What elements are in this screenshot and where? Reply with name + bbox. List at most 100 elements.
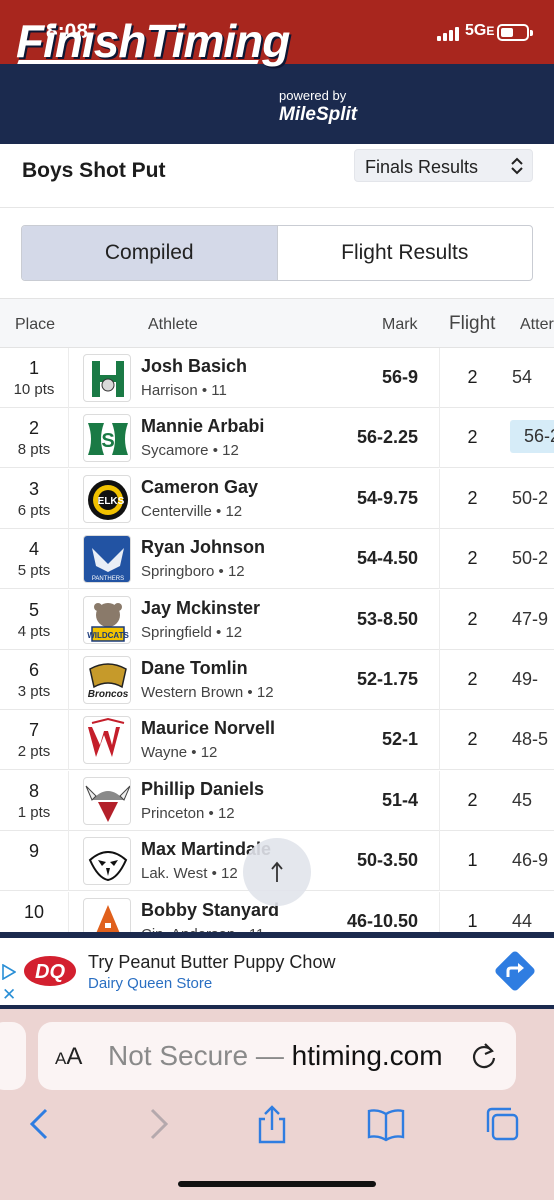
mark-value: 50-3.50 — [356, 850, 418, 871]
school-logo: ELKS — [83, 474, 131, 523]
mark-value: 46-10.50 — [346, 910, 418, 931]
mark-value: 56-2.25 — [356, 427, 418, 448]
flight-number: 2 — [467, 789, 478, 810]
place-number: 4 — [28, 539, 39, 560]
school-grade: Wayne • 12 — [141, 744, 218, 762]
place-number: 8 — [28, 780, 39, 801]
athlete-name[interactable]: Maurice Norvell — [141, 718, 275, 739]
centerville-elks-logo: ELKS — [88, 479, 128, 520]
mark-value: 54-4.50 — [356, 548, 418, 569]
athlete-name[interactable]: Ryan Johnson — [141, 537, 265, 558]
table-row[interactable]: 6 3 pts Broncos Dane Tomlin Western Brown • … — [0, 650, 554, 710]
athlete-name[interactable]: Jay Mckinster — [141, 598, 260, 619]
school-grade: Western Brown • 12 — [141, 684, 274, 701]
back-icon[interactable] — [20, 1104, 60, 1144]
lakota-west-logo — [88, 851, 128, 882]
forward-icon[interactable] — [138, 1104, 178, 1144]
network-type: 5GE — [465, 22, 495, 39]
column-divider — [68, 589, 69, 650]
anderson-logo — [94, 904, 122, 936]
school-logo — [83, 354, 131, 402]
header-attempts[interactable]: Atter — [520, 316, 554, 334]
athlete-name[interactable]: Cameron Gay — [141, 477, 258, 498]
ad-subtitle[interactable]: Dairy Queen Store — [88, 975, 212, 992]
attempt-value: 49- — [512, 669, 539, 689]
results-tabs: Compiled Flight Results — [21, 225, 533, 281]
mark-value: 51-4 — [381, 789, 418, 810]
directions-icon[interactable] — [490, 946, 540, 996]
school-logo — [83, 716, 131, 765]
table-row[interactable]: 8 1 pts Phillip Daniels Princeton • 12 51-4 2… — [0, 770, 554, 831]
place-number: 5 — [28, 599, 39, 620]
header-athlete[interactable]: Athlete — [148, 316, 198, 334]
school-logo: WILDCATS — [83, 595, 131, 644]
dairy-queen-logo: DQ — [24, 956, 76, 986]
athlete-name[interactable]: Bobby Stanyard — [141, 900, 279, 921]
team-points: 4 pts — [17, 622, 51, 640]
flight-number: 2 — [467, 367, 478, 387]
reload-icon[interactable] — [470, 1041, 498, 1071]
table-row[interactable]: 4 5 pts PANTHERS Ryan Johnson Springboro • 1… — [0, 529, 554, 590]
round-select[interactable]: Finals Results — [354, 149, 533, 182]
home-indicator — [178, 1181, 376, 1187]
flight-number: 2 — [467, 427, 478, 448]
school-grade: Sycamore • 12 — [141, 442, 239, 460]
table-row[interactable]: 1 10 pts Josh Basich Harrison • 11 56-9 2 54 — [0, 348, 554, 408]
previous-tab-peek[interactable] — [0, 1022, 26, 1090]
place-number: 7 — [28, 720, 39, 741]
athlete-name[interactable]: Mannie Arbabi — [141, 416, 264, 437]
school-grade: Springfield • 12 — [141, 623, 243, 641]
event-title: Boys Shot Put — [22, 159, 166, 182]
column-divider — [68, 529, 69, 590]
athlete-name[interactable]: Phillip Daniels — [141, 779, 264, 800]
svg-text:Broncos: Broncos — [88, 689, 129, 700]
athlete-name[interactable]: Josh Basich — [141, 356, 247, 377]
bookmarks-icon[interactable] — [366, 1104, 406, 1144]
school-logo — [83, 837, 131, 886]
school-grade: Springboro • 12 — [141, 563, 245, 581]
svg-text:ELKS: ELKS — [98, 496, 125, 507]
battery-icon — [497, 24, 533, 41]
tab-compiled[interactable]: Compiled — [22, 226, 278, 280]
place-number: 10 — [23, 901, 45, 922]
tab-flight-results[interactable]: Flight Results — [278, 226, 533, 280]
reader-aa-button[interactable]: AA — [55, 1043, 82, 1071]
mark-value: 56-9 — [381, 367, 418, 387]
springboro-panthers-logo: PANTHERS — [84, 536, 130, 583]
table-row[interactable]: 3 6 pts ELKS Cameron Gay Centerville • 12 54-… — [0, 468, 554, 529]
tabs-icon[interactable] — [482, 1104, 522, 1144]
column-divider — [68, 468, 69, 529]
flight-number: 1 — [467, 850, 478, 871]
school-logo — [83, 776, 131, 825]
wayne-logo — [88, 718, 125, 758]
place-number: 2 — [28, 418, 39, 439]
chevron-updown-icon — [511, 157, 523, 175]
attempt-value: 54 — [512, 367, 533, 387]
table-row[interactable]: 5 4 pts WILDCATS Jay Mckinster Springfield •… — [0, 589, 554, 650]
share-icon[interactable] — [252, 1104, 292, 1144]
header-mark[interactable]: Mark — [382, 316, 418, 334]
flight-number: 2 — [467, 729, 478, 750]
mark-value: 54-9.75 — [356, 487, 418, 508]
column-divider — [68, 650, 69, 710]
adchoices-icon[interactable] — [2, 964, 16, 980]
milesplit-logo[interactable]: MileSplit — [279, 104, 357, 126]
team-points: 5 pts — [17, 562, 51, 580]
header-place[interactable]: Place — [15, 316, 55, 334]
svg-text:S: S — [101, 430, 114, 452]
team-points: 10 pts — [13, 381, 55, 398]
ad-title[interactable]: Try Peanut Butter Puppy Chow — [88, 952, 335, 973]
table-row[interactable]: 7 2 pts Maurice Norvell Wayne • 12 52-1 2 48-5 — [0, 710, 554, 771]
svg-text:WILDCATS: WILDCATS — [87, 631, 129, 640]
school-logo — [83, 897, 131, 936]
place-number: 3 — [28, 478, 39, 499]
flight-number: 2 — [467, 608, 478, 629]
table-row[interactable]: 2 8 pts S Mannie Arbabi Sycamore • 12 56-2.25… — [0, 408, 554, 469]
ad-close-icon[interactable]: ✕ — [2, 985, 16, 1005]
url-text[interactable]: Not Secure — htiming.com — [108, 1040, 443, 1072]
athlete-name[interactable]: Dane Tomlin — [141, 658, 248, 679]
school-grade: Harrison • 11 — [141, 382, 227, 399]
scroll-to-top-button[interactable] — [243, 838, 311, 906]
header-flight[interactable]: Flight — [449, 313, 495, 335]
mark-value: 52-1 — [381, 729, 418, 750]
